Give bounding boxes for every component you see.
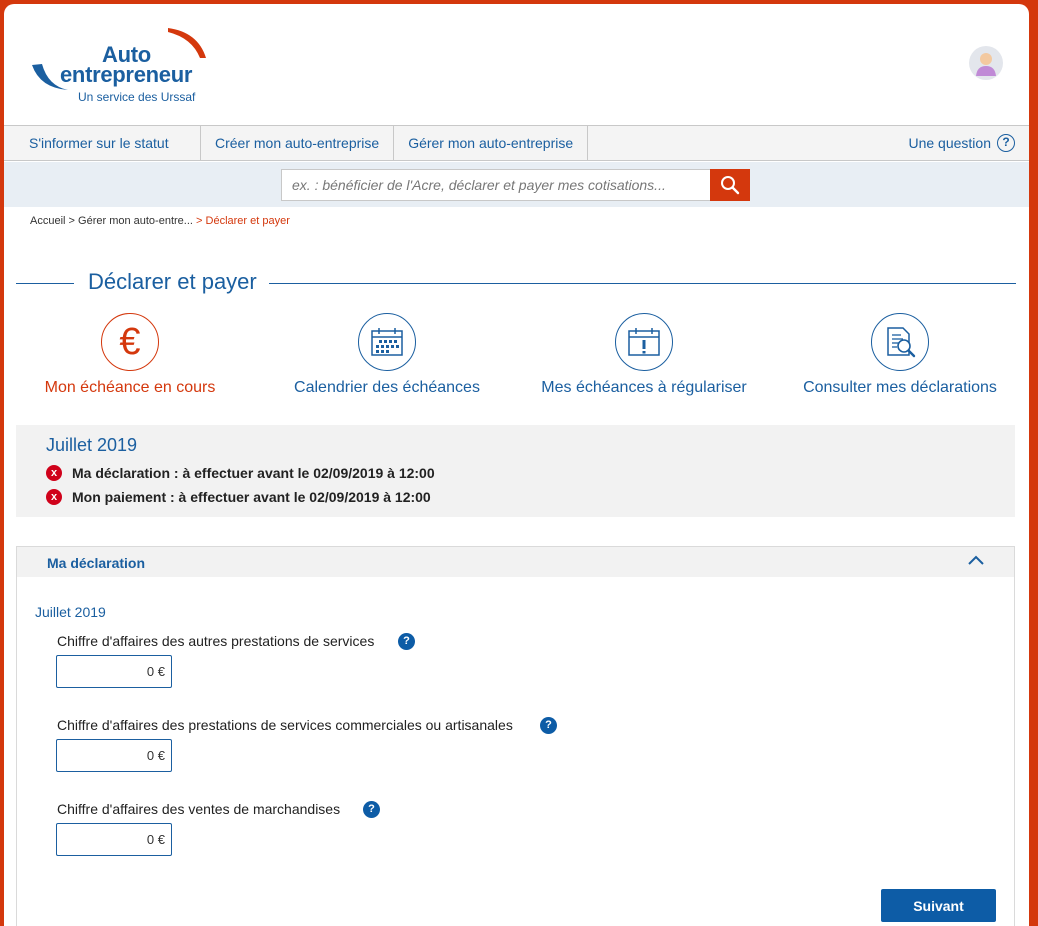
tile-echeance-en-cours[interactable]: € Mon échéance en cours	[4, 313, 258, 403]
page-title: Déclarer et payer	[88, 269, 257, 294]
tile-calendrier[interactable]: Calendrier des échéances	[259, 313, 515, 403]
nav-item-gerer[interactable]: Gérer mon auto-entreprise	[394, 126, 589, 160]
amount-input-autres-prestations[interactable]	[56, 655, 172, 688]
breadcrumb-home[interactable]: Accueil	[30, 215, 65, 227]
tile-consulter[interactable]: Consulter mes déclarations	[772, 313, 1028, 403]
nav-item-informer[interactable]: S'informer sur le statut	[4, 126, 201, 160]
user-avatar[interactable]	[969, 46, 1003, 80]
question-icon: ?	[997, 134, 1015, 152]
user-icon	[976, 53, 996, 76]
logo-subtitle: Un service des Urssaf	[78, 90, 196, 104]
breadcrumb: Accueil > Gérer mon auto-entre... > Décl…	[30, 215, 290, 227]
tile-label: Consulter mes déclarations	[803, 379, 997, 396]
suivant-button[interactable]: Suivant	[881, 889, 996, 922]
page: Auto entrepreneur Un service des Urssaf …	[4, 4, 1029, 926]
calendar-alert-icon	[615, 313, 673, 371]
search-input[interactable]	[281, 169, 711, 201]
field-label-commerciales-artisanales: Chiffre d'affaires des prestations de se…	[57, 717, 513, 733]
help-icon[interactable]: ?	[363, 801, 380, 818]
auto-entrepreneur-logo[interactable]: Auto entrepreneur Un service des Urssaf	[28, 28, 208, 108]
declaration-panel-title: Ma déclaration	[47, 555, 146, 571]
breadcrumb-current-label: Déclarer et payer	[205, 215, 290, 227]
tile-regulariser[interactable]: Mes échéances à régulariser	[516, 313, 772, 403]
status-text: Ma déclaration : à effectuer avant le 02…	[72, 465, 435, 481]
help-icon[interactable]: ?	[540, 717, 557, 734]
page-title-row: Déclarer et payer	[16, 269, 1016, 299]
breadcrumb-separator: >	[65, 215, 79, 227]
help-icon[interactable]: ?	[398, 633, 415, 650]
search-band	[4, 162, 1029, 207]
amount-input-commerciales-artisanales[interactable]	[56, 739, 172, 772]
header: Auto entrepreneur Un service des Urssaf	[4, 4, 1029, 124]
chevron-up-icon[interactable]	[968, 555, 984, 565]
status-paiement: x Mon paiement : à effectuer avant le 02…	[46, 489, 431, 505]
declaration-month: Juillet 2019	[35, 604, 106, 620]
question-label: Une question	[908, 135, 991, 151]
declaration-panel: Ma déclaration Juillet 2019 Chiffre d'af…	[16, 546, 1015, 926]
euro-icon: €	[101, 313, 159, 371]
question-link[interactable]: Une question ?	[908, 126, 1029, 160]
title-divider-right	[269, 283, 1016, 284]
breadcrumb-separator: >	[196, 215, 206, 227]
field-label-autres-prestations: Chiffre d'affaires des autres prestation…	[57, 633, 375, 649]
breadcrumb-current: > Déclarer et payer	[196, 215, 290, 227]
summary-month: Juillet 2019	[46, 435, 138, 455]
amount-input-ventes-marchandises[interactable]	[56, 823, 172, 856]
error-x-icon: x	[46, 489, 62, 505]
tile-label: Mon échéance en cours	[44, 379, 216, 396]
declaration-panel-header[interactable]: Ma déclaration	[17, 547, 1014, 577]
document-search-icon	[871, 313, 929, 371]
title-divider-left	[16, 283, 74, 284]
calendar-icon	[358, 313, 416, 371]
status-declaration: x Ma déclaration : à effectuer avant le …	[46, 465, 435, 481]
search-icon	[721, 176, 740, 195]
tile-label: Calendrier des échéances	[294, 379, 480, 396]
tile-label: Mes échéances à régulariser	[541, 379, 747, 396]
main-nav: S'informer sur le statut Créer mon auto-…	[4, 125, 1029, 161]
echeance-summary: Juillet 2019 x Ma déclaration : à effect…	[16, 425, 1015, 517]
field-label-ventes-marchandises: Chiffre d'affaires des ventes de marchan…	[57, 801, 341, 817]
nav-item-creer[interactable]: Créer mon auto-entreprise	[201, 126, 395, 160]
breadcrumb-parent[interactable]: Gérer mon auto-entre...	[78, 215, 193, 227]
search-button[interactable]	[710, 169, 750, 201]
error-x-icon: x	[46, 465, 62, 481]
logo-text-entrepreneur: entrepreneur	[60, 62, 193, 87]
status-text: Mon paiement : à effectuer avant le 02/0…	[72, 489, 431, 505]
